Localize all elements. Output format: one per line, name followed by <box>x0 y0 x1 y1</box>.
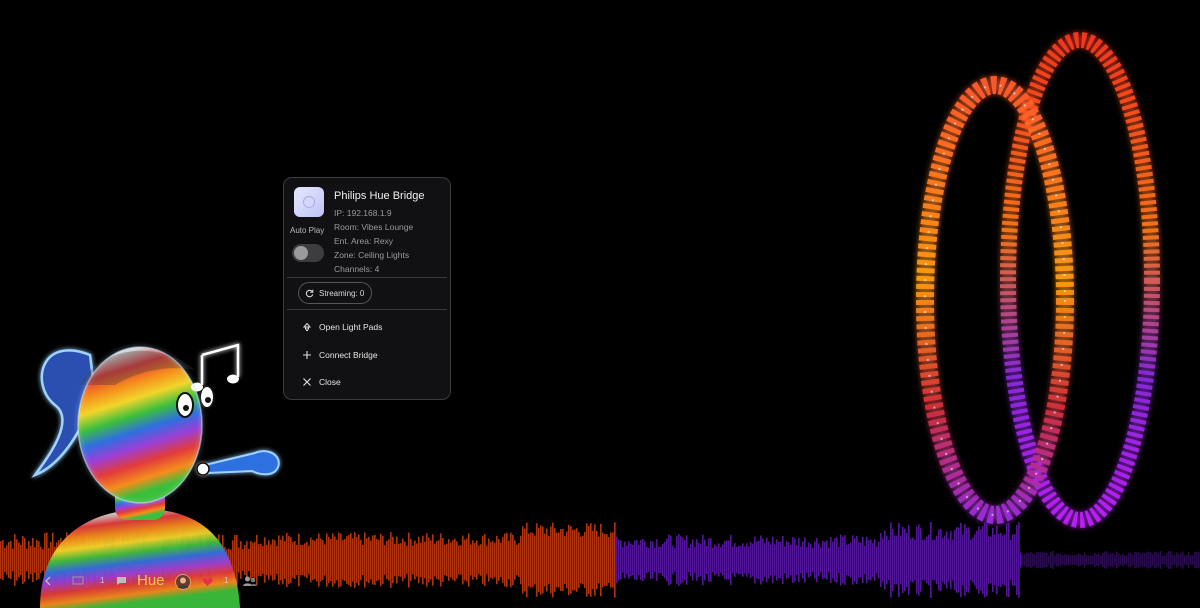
close-icon <box>302 377 312 387</box>
likes-count: 1 <box>224 576 229 585</box>
heart-icon[interactable] <box>202 577 213 587</box>
streaming-label: Streaming: 0 <box>319 288 365 298</box>
divider <box>287 309 447 310</box>
device-ip: IP: 192.168.1.9 <box>334 208 392 218</box>
connect-bridge-item[interactable]: Connect Bridge <box>302 350 378 360</box>
light-rings-visual <box>916 32 1160 528</box>
hue-bridge-icon <box>294 187 324 217</box>
device-ent-area: Ent. Area: Rexy <box>334 236 394 246</box>
open-light-pads-item[interactable]: Open Light Pads <box>302 322 382 332</box>
close-item[interactable]: Close <box>302 377 341 387</box>
streaming-button[interactable]: Streaming: 0 <box>298 282 373 304</box>
autoplay-label: Auto Play <box>290 226 325 235</box>
chevron-left-icon[interactable] <box>44 576 52 586</box>
plus-icon <box>302 350 312 360</box>
screens-count: 1 <box>100 576 105 585</box>
bridge-popup: Auto Play Philips Hue Bridge IP: 192.168… <box>283 177 451 400</box>
lamp-icon <box>302 322 312 332</box>
menu-label: Close <box>319 377 341 387</box>
chat-icon[interactable] <box>116 576 127 586</box>
mascot-illustration <box>31 343 280 608</box>
autoplay-toggle[interactable] <box>292 244 324 262</box>
divider <box>287 277 447 278</box>
menu-label: Connect Bridge <box>319 350 378 360</box>
device-room: Room: Vibes Lounge <box>334 222 414 232</box>
refresh-icon <box>305 289 314 297</box>
device-zone: Zone: Ceiling Lights <box>334 250 410 260</box>
device-name: Philips Hue Bridge <box>334 190 425 202</box>
avatar-icon[interactable] <box>175 574 191 590</box>
device-channels: Channels: 4 <box>334 264 380 274</box>
brand-label: Hue <box>137 572 165 589</box>
menu-label: Open Light Pads <box>319 322 383 332</box>
screen-icon[interactable] <box>72 576 84 586</box>
toggle-knob <box>294 246 308 260</box>
people-icon[interactable] <box>242 575 258 587</box>
